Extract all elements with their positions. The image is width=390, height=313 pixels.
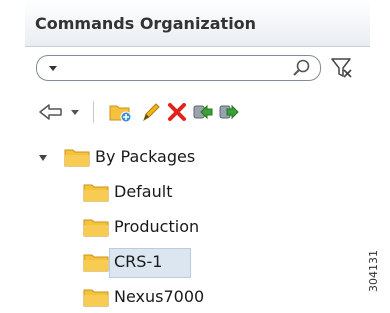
- tree-node-by-packages[interactable]: By Packages: [25, 143, 370, 173]
- folder-icon: [83, 254, 109, 272]
- tree-node-label: CRS-1: [114, 252, 163, 271]
- folder-icon: [83, 184, 109, 202]
- tree-node-label: By Packages: [95, 147, 196, 166]
- import-icon[interactable]: [191, 100, 215, 124]
- back-arrow-icon[interactable]: [37, 100, 65, 124]
- expand-chevron-icon[interactable]: [38, 153, 48, 163]
- export-icon[interactable]: [217, 100, 241, 124]
- tree-node-label: Default: [114, 182, 173, 201]
- figure-number: 304131: [367, 232, 383, 292]
- figure-number-text: 304131: [367, 250, 380, 292]
- panel-title: Commands Organization: [35, 14, 257, 33]
- delete-x-icon[interactable]: [165, 100, 189, 124]
- tree-node-label: Production: [114, 217, 200, 236]
- search-box: [36, 55, 321, 81]
- tree-node-production[interactable]: Production: [83, 213, 283, 243]
- chevron-down-icon[interactable]: [69, 100, 81, 124]
- folder-icon: [64, 149, 90, 167]
- tree-node-nexus7000[interactable]: Nexus7000: [83, 283, 283, 313]
- new-folder-icon[interactable]: [107, 100, 135, 124]
- folder-icon: [83, 289, 109, 307]
- pencil-icon[interactable]: [139, 100, 163, 124]
- toolbar: [25, 93, 370, 131]
- filter-icon[interactable]: [330, 56, 354, 80]
- tree-node-default[interactable]: Default: [83, 178, 283, 208]
- tree-node-crs-1[interactable]: CRS-1: [83, 248, 283, 278]
- panel-header: Commands Organization: [25, 0, 370, 47]
- search-options-chevron-icon[interactable]: [47, 62, 59, 74]
- toolbar-divider: [93, 101, 94, 123]
- search-input[interactable]: [65, 59, 279, 79]
- tree-node-label: Nexus7000: [114, 287, 205, 306]
- folder-icon: [83, 219, 109, 237]
- search-icon[interactable]: [289, 58, 313, 78]
- search-bar: [36, 55, 321, 81]
- commands-organization-panel: Commands Organization By Packages Defaul…: [25, 0, 370, 313]
